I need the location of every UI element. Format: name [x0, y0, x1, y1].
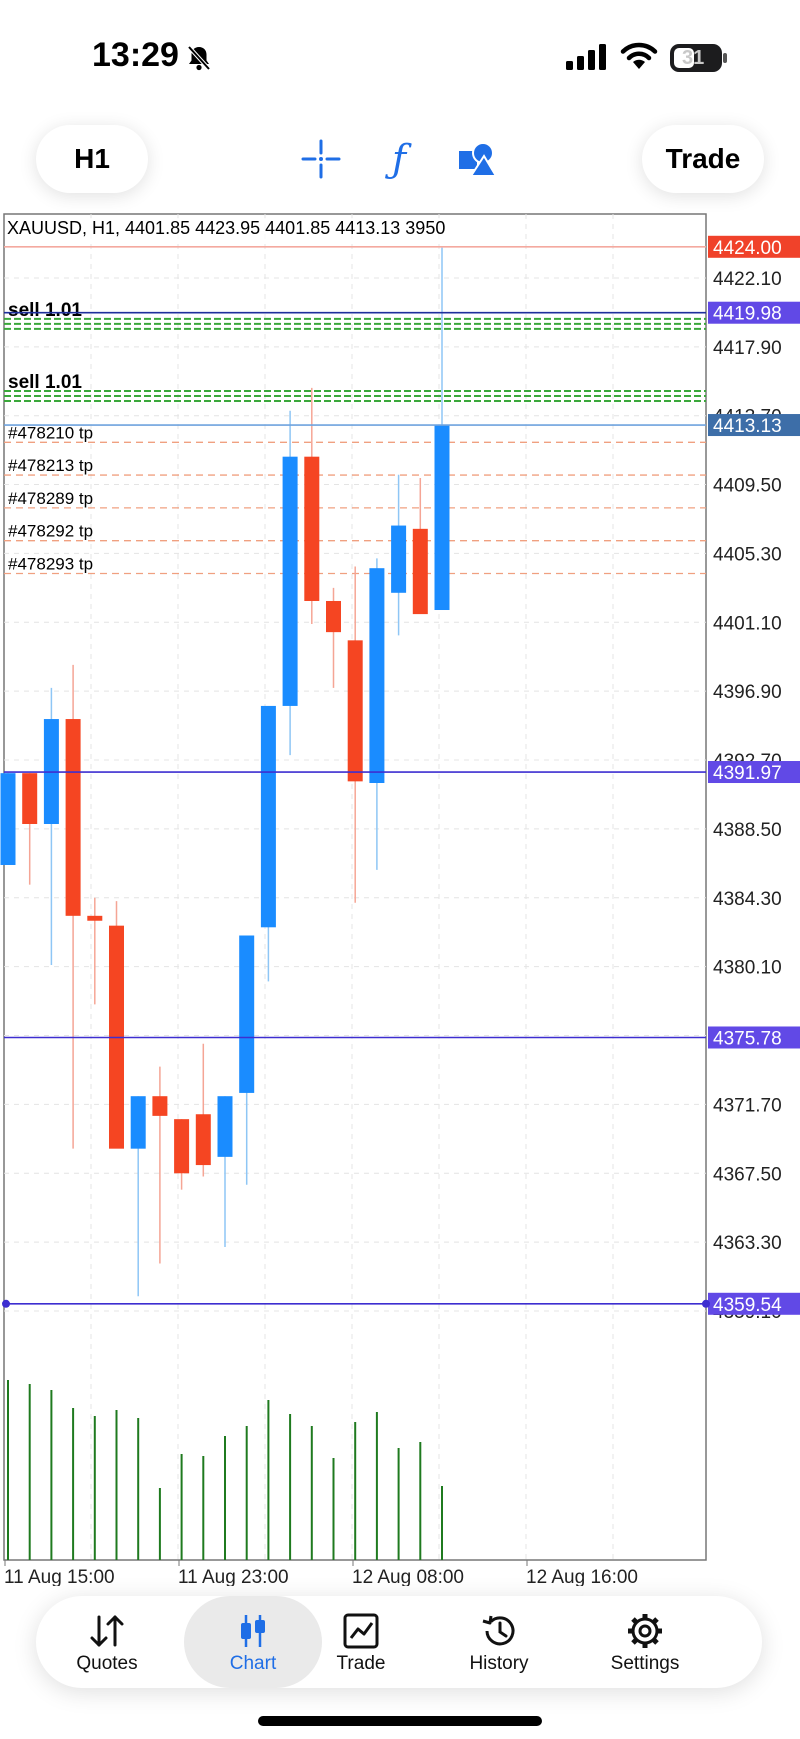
price-tick-label: 4417.90	[713, 338, 782, 359]
candle-body	[391, 525, 407, 593]
bottom-nav: Quotes Chart Trade History Settings	[36, 1596, 762, 1688]
history-clock-icon	[479, 1609, 519, 1653]
candle-body	[87, 915, 103, 921]
indicators-f-icon[interactable]: ƒ	[374, 134, 424, 184]
objects-shapes-icon[interactable]	[452, 134, 502, 184]
price-tick-label: 4371.70	[713, 1095, 782, 1116]
candle-body	[326, 600, 341, 633]
price-tick-label: 4384.30	[713, 889, 782, 910]
price-level-value: 4419.98	[713, 304, 782, 325]
price-tick-label: 4380.10	[713, 958, 782, 979]
candle-body	[239, 935, 255, 1093]
time-axis-label: 12 Aug 08:00	[352, 1567, 464, 1586]
chart-candles-icon	[235, 1609, 271, 1653]
candle-body	[369, 568, 385, 783]
level-handle	[702, 1299, 710, 1308]
candle-body	[304, 456, 320, 601]
candle-body	[130, 1096, 146, 1149]
candle-body	[260, 705, 276, 928]
settings-gear-icon	[626, 1609, 664, 1653]
nav-history-label: History	[469, 1653, 529, 1674]
price-level-value: 4413.13	[713, 416, 782, 437]
time-axis-label: 11 Aug 15:00	[4, 1567, 115, 1586]
candle-body	[217, 1096, 233, 1157]
candle-body	[195, 1114, 211, 1166]
nav-quotes-label: Quotes	[76, 1653, 138, 1674]
tp-order-label: #478293 tp	[8, 554, 93, 573]
status-bar: 13:29 31	[0, 0, 800, 110]
home-indicator	[258, 1716, 542, 1726]
price-chart[interactable]: 4422.104417.904413.704409.504405.304401.…	[0, 210, 800, 1586]
tp-order-label: #478292 tp	[8, 522, 93, 541]
nav-history[interactable]: History	[440, 1596, 558, 1688]
level-handle	[2, 1299, 10, 1308]
cellular-signal-icon	[566, 44, 606, 70]
nav-settings-label: Settings	[610, 1653, 680, 1674]
bell-muted-icon	[187, 45, 211, 71]
price-tick-label: 4422.10	[713, 269, 782, 290]
sell-level-label: sell 1.01	[8, 372, 82, 393]
battery-percent: 31	[682, 47, 705, 69]
chart-toolbar: H1 ƒ Trade	[0, 110, 800, 210]
trade-chart-icon	[343, 1609, 379, 1653]
price-level-value: 4424.00	[713, 238, 782, 259]
price-level-value: 4391.97	[713, 763, 782, 784]
candle-body	[347, 640, 363, 782]
chart-symbol-info: XAUUSD, H1, 4401.85 4423.95 4401.85 4413…	[7, 218, 446, 239]
price-tick-label: 4388.50	[713, 820, 782, 841]
price-tick-label: 4405.30	[713, 544, 782, 565]
nav-trade[interactable]: Trade	[302, 1596, 420, 1688]
nav-trade-label: Trade	[336, 1653, 386, 1674]
trade-button[interactable]: Trade	[642, 125, 764, 193]
candle-body	[412, 528, 428, 615]
candle-body	[434, 425, 450, 611]
sell-level-label: sell 1.01	[8, 300, 82, 321]
tp-order-label: #478210 tp	[8, 423, 93, 442]
candle-body	[0, 773, 16, 865]
quotes-arrows-icon	[87, 1609, 127, 1653]
time-axis-label: 12 Aug 16:00	[526, 1567, 638, 1586]
timeframe-button[interactable]: H1	[36, 125, 148, 193]
candle-body	[65, 719, 81, 916]
battery-indicator: 31	[670, 44, 722, 72]
price-level-value: 4375.78	[713, 1028, 782, 1049]
candle-body	[282, 456, 298, 706]
nav-settings[interactable]: Settings	[578, 1596, 712, 1688]
price-level-value: 4359.54	[713, 1295, 782, 1316]
crosshair-icon[interactable]	[296, 134, 346, 184]
candle-body	[22, 773, 38, 824]
battery-tip	[723, 53, 727, 63]
candle-body	[174, 1119, 190, 1174]
price-tick-label: 4396.90	[713, 682, 782, 703]
price-tick-label: 4401.10	[713, 613, 782, 634]
time-axis-label: 11 Aug 23:00	[178, 1567, 289, 1586]
price-tick-label: 4367.50	[713, 1164, 782, 1185]
candlestick-chart[interactable]: 4422.104417.904413.704409.504405.304401.…	[0, 210, 800, 1586]
candle-body	[152, 1096, 168, 1116]
wifi-icon	[620, 42, 658, 69]
price-tick-label: 4363.30	[713, 1233, 782, 1254]
status-time: 13:29	[92, 36, 179, 74]
nav-chart-label: Chart	[229, 1653, 277, 1674]
nav-quotes[interactable]: Quotes	[48, 1596, 166, 1688]
tp-order-label: #478289 tp	[8, 489, 93, 508]
tp-order-label: #478213 tp	[8, 456, 93, 475]
price-tick-label: 4409.50	[713, 476, 782, 497]
